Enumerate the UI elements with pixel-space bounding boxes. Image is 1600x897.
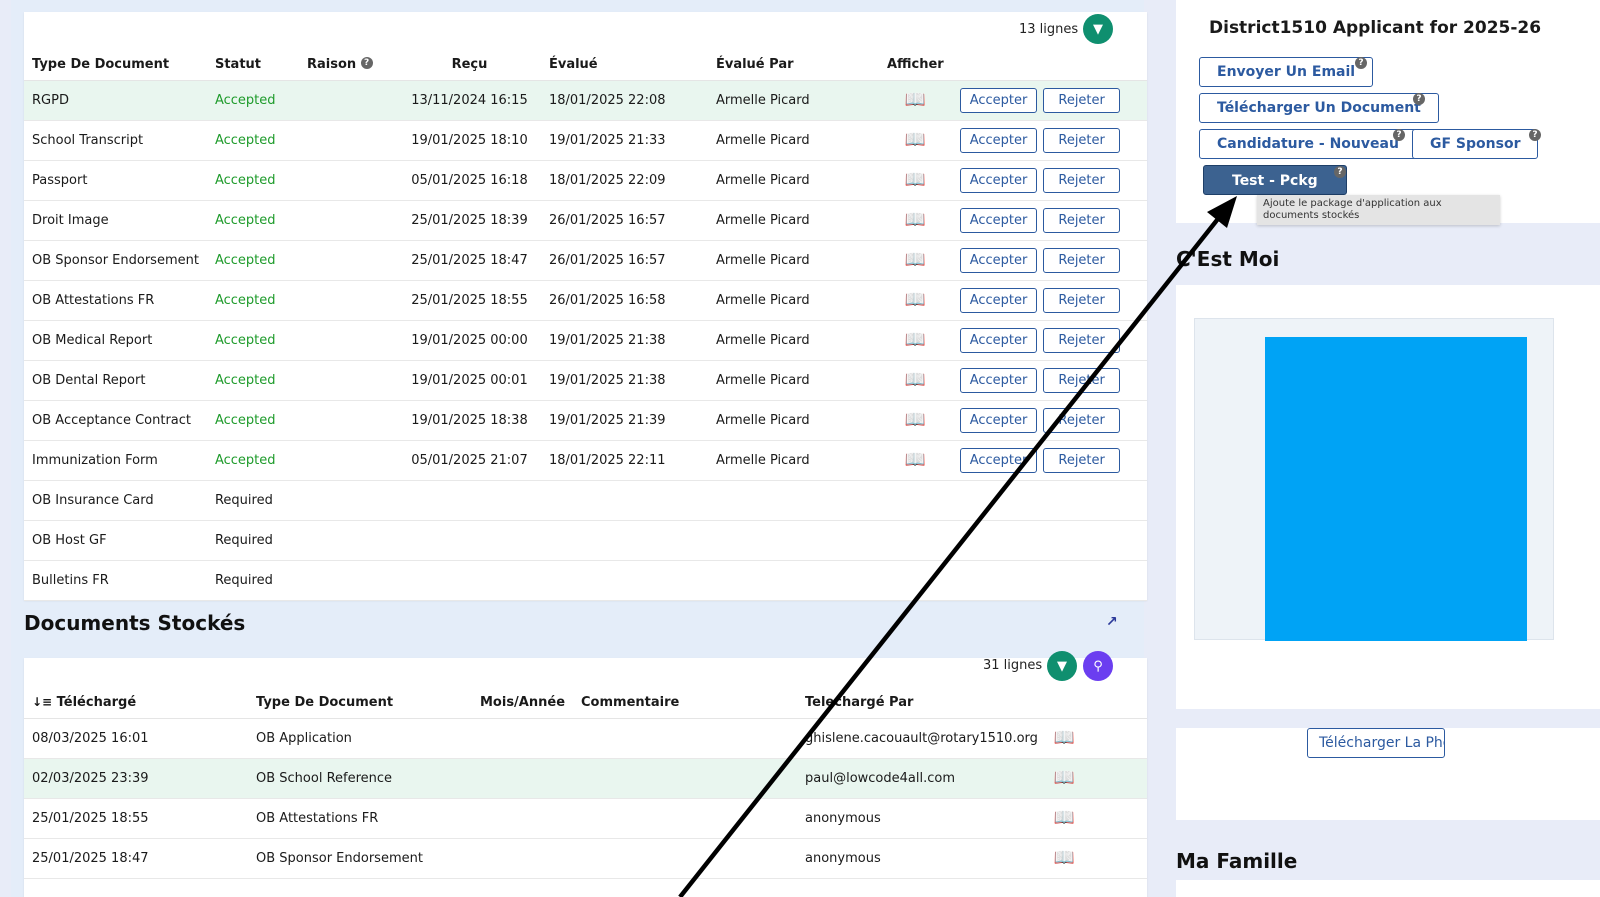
annotation-arrow (678, 196, 1237, 897)
arrow-head (1207, 196, 1237, 228)
arrow-line (678, 208, 1227, 897)
